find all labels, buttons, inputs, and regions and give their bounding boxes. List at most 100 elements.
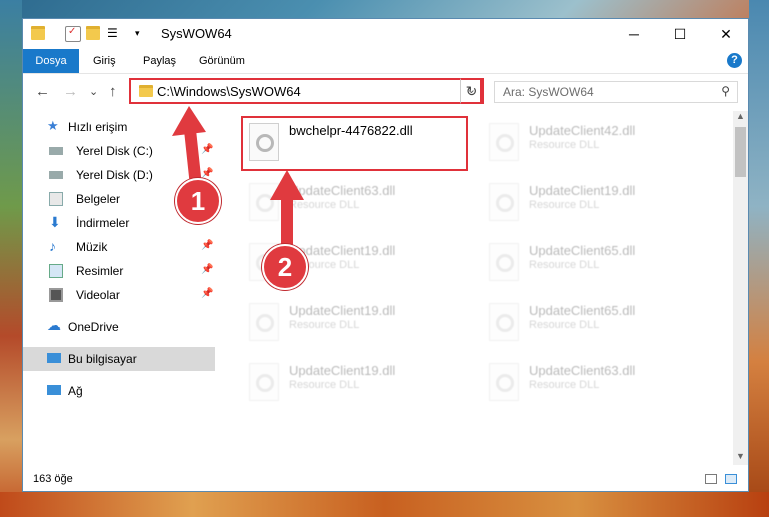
file-name: UpdateClient19.dll [289, 363, 396, 378]
sidebar-item-label: Ağ [68, 384, 83, 398]
scroll-down-icon[interactable]: ▼ [736, 451, 745, 461]
file-type: Resource DLL [289, 319, 360, 331]
window-title: SysWOW64 [161, 26, 232, 41]
video-icon [49, 288, 63, 302]
file-type: Resource DLL [289, 199, 360, 211]
file-name: UpdateClient65.dll [529, 243, 636, 258]
dll-file-icon [249, 363, 279, 401]
gear-icon [496, 374, 514, 392]
sidebar-item-network[interactable]: Ağ [23, 379, 215, 403]
search-placeholder: Ara: SysWOW64 [503, 85, 594, 99]
sidebar-item-pictures[interactable]: Resimler 📌 [23, 259, 215, 283]
pin-icon[interactable]: 📌 [201, 168, 213, 179]
file-item[interactable]: UpdateClient19.dll Resource DLL [241, 357, 471, 407]
minimize-button[interactable]: ─ [611, 19, 657, 49]
pin-icon[interactable]: 📌 [201, 264, 213, 275]
maximize-button[interactable]: ☐ [657, 19, 703, 49]
callout-badge-1: 1 [175, 178, 221, 224]
new-folder-icon[interactable] [86, 26, 100, 40]
ribbon-tabs: Dosya Giriş Paylaş Görünüm ? [23, 49, 748, 74]
callout-badge-2: 2 [262, 244, 308, 290]
forward-button[interactable]: → [63, 83, 78, 100]
close-button[interactable]: ✕ [703, 19, 749, 49]
sidebar-item-label: Hızlı erişim [68, 120, 128, 134]
dll-file-icon [249, 303, 279, 341]
file-item[interactable]: UpdateClient19.dll Resource DLL [241, 297, 471, 347]
sidebar-item-this-pc[interactable]: Bu bilgisayar [23, 347, 215, 371]
properties-icon[interactable]: ✓ [65, 26, 81, 42]
file-type: Resource DLL [529, 199, 600, 211]
file-item[interactable]: UpdateClient63.dll Resource DLL [481, 357, 711, 407]
up-button[interactable]: ↑ [109, 83, 117, 100]
scrollbar-thumb[interactable] [735, 127, 746, 177]
cloud-icon: ☁ [47, 317, 61, 333]
file-type: Resource DLL [289, 379, 360, 391]
sidebar-item-label: OneDrive [68, 320, 119, 334]
gear-icon [256, 374, 274, 392]
tab-view[interactable]: Görünüm [197, 49, 247, 73]
dropdown-icon[interactable]: ▾ [135, 26, 149, 40]
folder-icon [31, 26, 45, 40]
dll-file-icon [489, 303, 519, 341]
details-view-icon[interactable] [705, 474, 717, 484]
search-icon: ⚲ [721, 84, 730, 98]
sidebar-item-quick-access[interactable]: ★ Hızlı erişim [23, 115, 215, 139]
desktop-background-left [0, 0, 22, 517]
recent-locations-button[interactable]: ⌄ [89, 85, 98, 98]
tab-share[interactable]: Paylaş [141, 49, 178, 73]
file-item[interactable]: UpdateClient65.dll Resource DLL [481, 237, 711, 287]
file-type: Resource DLL [529, 319, 600, 331]
gear-icon [496, 254, 514, 272]
large-icons-view-icon[interactable] [725, 474, 737, 484]
sidebar-item-disk-c[interactable]: Yerel Disk (C:) 📌 [23, 139, 215, 163]
sidebar-item-music[interactable]: ♪ Müzik 📌 [23, 235, 215, 259]
tab-file[interactable]: Dosya [23, 49, 79, 73]
file-name: UpdateClient42.dll [529, 123, 636, 138]
title-bar: ✓ ☰ ▾ SysWOW64 ─ ☐ ✕ [23, 19, 748, 49]
file-name: UpdateClient19.dll [529, 183, 636, 198]
file-type: Resource DLL [529, 379, 600, 391]
address-text: C:\Windows\SysWOW64 [157, 84, 301, 99]
back-button[interactable]: ← [35, 83, 50, 100]
customize-quick-access-icon[interactable]: ☰ [107, 26, 121, 40]
file-name: UpdateClient63.dll [529, 363, 636, 378]
pictures-icon [49, 264, 63, 278]
sidebar-item-label: Bu bilgisayar [68, 352, 137, 366]
file-type: Resource DLL [529, 259, 600, 271]
drive-icon [49, 147, 63, 155]
file-name: UpdateClient19.dll [289, 303, 396, 318]
help-icon[interactable]: ? [727, 53, 742, 68]
search-input[interactable]: Ara: SysWOW64 ⚲ [494, 81, 738, 103]
scroll-up-icon[interactable]: ▲ [736, 111, 745, 121]
file-item[interactable]: UpdateClient19.dll Resource DLL [481, 177, 711, 227]
sidebar-item-label: İndirmeler [76, 216, 130, 230]
file-item[interactable]: UpdateClient42.dll Resource DLL [481, 117, 711, 167]
dll-file-icon [489, 243, 519, 281]
sidebar-item-onedrive[interactable]: ☁ OneDrive [23, 315, 215, 339]
drive-icon [49, 171, 63, 179]
gear-icon [496, 194, 514, 212]
pin-icon[interactable]: 📌 [201, 240, 213, 251]
address-bar[interactable]: C:\Windows\SysWOW64 ⌄ [129, 78, 482, 104]
star-icon: ★ [47, 118, 59, 133]
download-icon: ⬇ [49, 214, 61, 230]
pin-icon[interactable]: 📌 [201, 144, 213, 155]
computer-icon [47, 353, 61, 363]
gear-icon [256, 194, 274, 212]
folder-icon [139, 85, 153, 97]
vertical-scrollbar[interactable]: ▲ ▼ [733, 111, 748, 465]
network-icon [47, 385, 61, 395]
navigation-pane: ★ Hızlı erişim Yerel Disk (C:) 📌 Yerel D… [23, 111, 215, 459]
file-name: UpdateClient63.dll [289, 183, 396, 198]
pin-icon[interactable]: 📌 [201, 288, 213, 299]
sidebar-item-label: Belgeler [76, 192, 121, 206]
tab-home[interactable]: Giriş [91, 49, 118, 73]
sidebar-item-videos[interactable]: Videolar 📌 [23, 283, 215, 307]
gear-icon [256, 314, 274, 332]
file-item[interactable]: UpdateClient65.dll Resource DLL [481, 297, 711, 347]
file-highlight-box [241, 116, 468, 171]
item-count: 163 öğe [33, 473, 73, 485]
file-item[interactable]: UpdateClient63.dll Resource DLL [241, 177, 471, 227]
refresh-button[interactable]: ↻ [460, 78, 484, 104]
dll-file-icon [489, 123, 519, 161]
